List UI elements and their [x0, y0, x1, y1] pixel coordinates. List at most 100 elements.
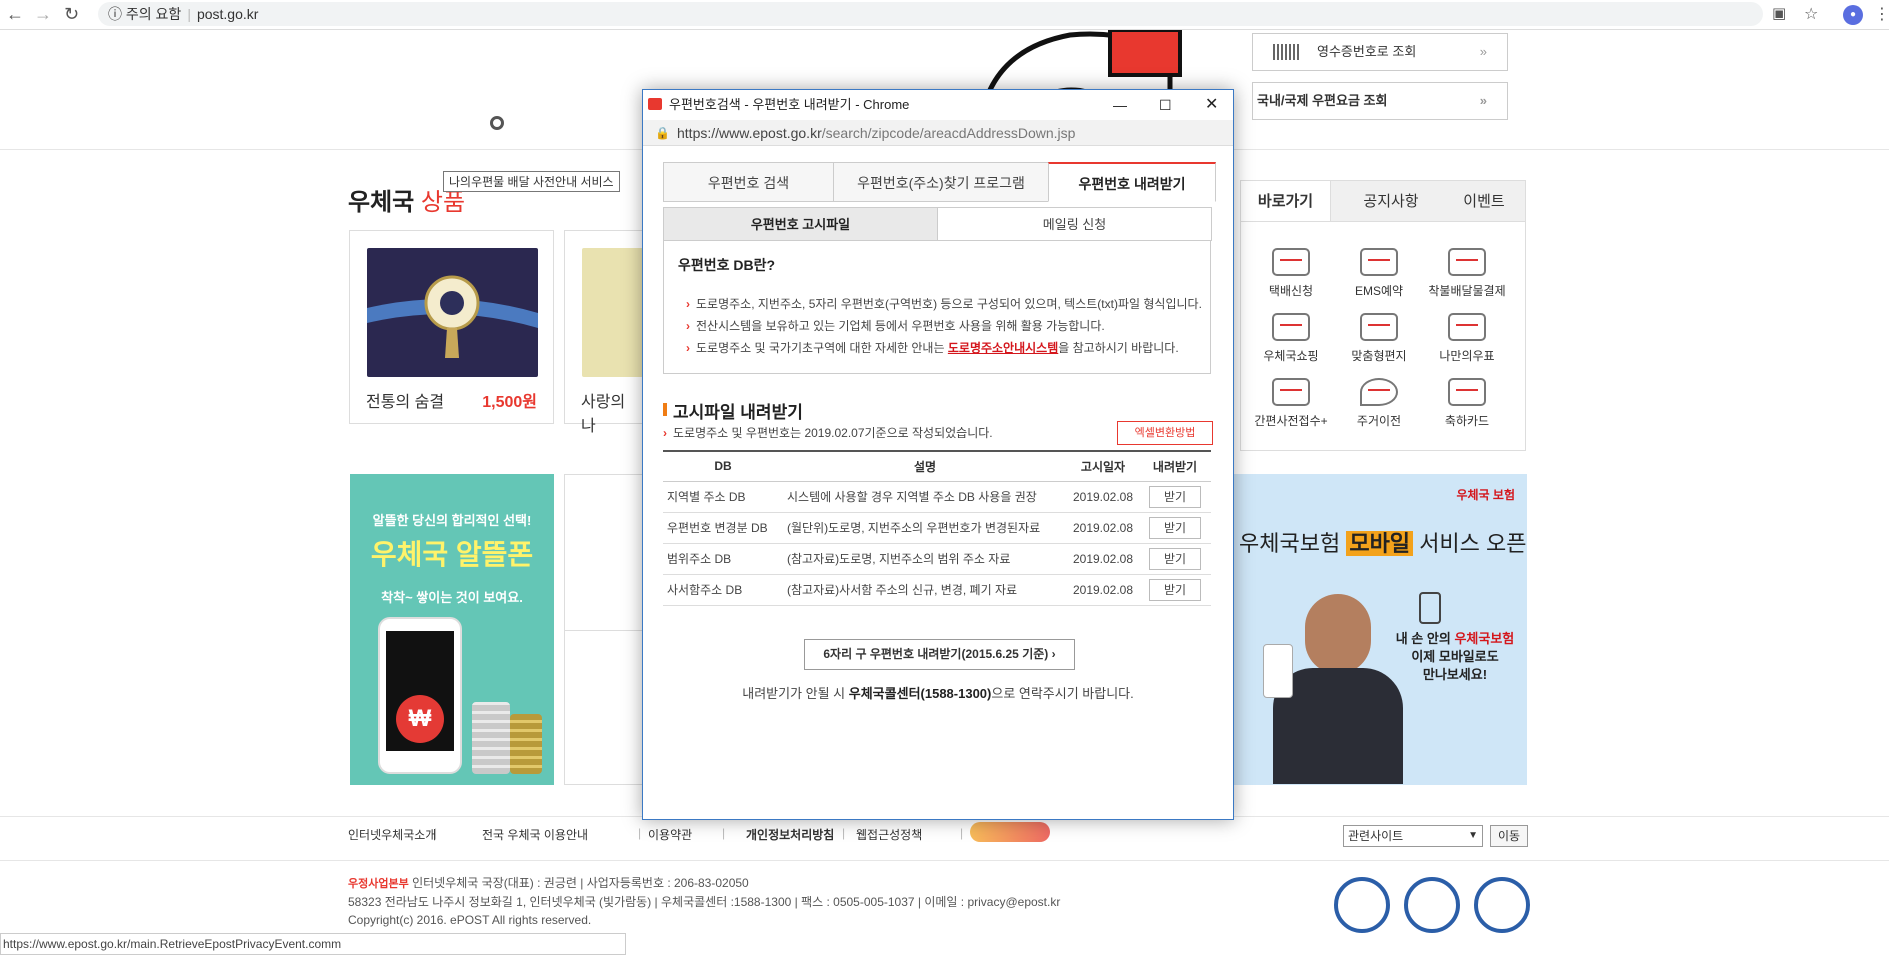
cell-db: 범위주소 DB [663, 543, 783, 575]
banner-line2: 우체국 알뜰폰 [370, 539, 534, 570]
divider [0, 860, 1889, 861]
spokesperson-photo [1263, 584, 1413, 784]
cell-date: 2019.02.08 [1067, 512, 1139, 544]
tab-zipcode-program[interactable]: 우편번호(주소)찾기 프로그램 [833, 162, 1049, 202]
footer-link[interactable]: 인터넷우체국소개 [348, 826, 436, 843]
chevron-right-icon: › [1051, 647, 1056, 661]
product-image [582, 248, 645, 377]
lock-icon: 🔒 [655, 126, 670, 140]
download-table: DB 설명 고시일자 내려받기 지역별 주소 DB 시스템에 사용할 경우 지역… [663, 450, 1211, 606]
cell-desc: (월단위)도로명, 지번주소의 우편번호가 변경된자료 [783, 512, 1067, 544]
cell-date: 2019.02.08 [1067, 543, 1139, 575]
epost-favicon-icon [648, 98, 662, 110]
tab-zipcode-search[interactable]: 우편번호 검색 [663, 162, 834, 202]
menu-icon[interactable]: ⋮ [1874, 4, 1889, 24]
cell-date: 2019.02.08 [1067, 574, 1139, 606]
download-button[interactable]: 받기 [1149, 485, 1201, 508]
address-path: /search/zipcode/areacdAddressDown.jsp [821, 125, 1076, 141]
quick-item-shopping[interactable]: 우체국쇼핑 [1247, 313, 1335, 364]
minimize-icon[interactable]: — [1113, 90, 1127, 120]
footer-link[interactable]: 이용약관 [648, 826, 692, 843]
quick-item-parcel[interactable]: 택배신청 [1247, 248, 1335, 299]
quick-label: 나만의우표 [1439, 349, 1495, 363]
product-image [367, 248, 538, 377]
go-button[interactable]: 이동 [1490, 825, 1528, 847]
table-row: 범위주소 DB (참고자료)도로명, 지번주소의 범위 주소 자료 2019.0… [663, 543, 1211, 575]
quick-menu-panel: 택배신청 EMS예약 착불배달물결제 우체국쇼핑 맞춤형편지 나만의우표 간편사… [1240, 221, 1526, 451]
db-heading: 우편번호 DB란? [678, 257, 776, 273]
quick-item-stamp[interactable]: 나만의우표 [1423, 313, 1511, 364]
subtab-notice-file[interactable]: 우편번호 고시파일 [663, 207, 938, 241]
insurance-logo[interactable] [970, 822, 1050, 842]
product-card[interactable]: 사랑의 나 [564, 230, 645, 435]
promo-card[interactable] [564, 474, 645, 785]
subtab-mailing[interactable]: 메일링 신청 [937, 207, 1212, 241]
quick-item-prereg[interactable]: 간편사전접수+ [1247, 378, 1335, 429]
old-zipcode-download-button[interactable]: 6자리 구 우편번호 내려받기(2015.6.25 기준) › [804, 639, 1075, 670]
popup-titlebar[interactable]: 우편번호검색 - 우편번호 내려받기 - Chrome — ☐ ✕ [643, 90, 1233, 120]
old-button-label: 6자리 구 우편번호 내려받기(2015.6.25 기준) [823, 647, 1049, 661]
forward-icon[interactable]: → [34, 4, 52, 25]
product-card[interactable]: 전통의 숨결 1,500원 [349, 230, 554, 424]
road-address-link[interactable]: 도로명주소안내시스템 [948, 341, 1058, 355]
footer-link[interactable]: 전국 우체국 이용안내 [482, 826, 588, 843]
postage-lookup-button[interactable]: 국내/국제 우편요금 조회 » [1252, 82, 1508, 120]
truck-icon [1272, 248, 1310, 276]
stamp-icon [1448, 313, 1486, 341]
quick-item-move[interactable]: 주거이전 [1335, 378, 1423, 429]
maximize-icon[interactable]: ☐ [1159, 90, 1172, 120]
quick-item-card[interactable]: 축하카드 [1423, 378, 1511, 429]
reload-icon[interactable]: ↻ [64, 4, 79, 25]
coin-stack [510, 714, 542, 774]
quick-item-letter[interactable]: 맞춤형편지 [1335, 313, 1423, 364]
product-name: 사랑의 나 [581, 394, 626, 435]
download-button[interactable]: 받기 [1149, 516, 1201, 539]
quick-label: 간편사전접수+ [1254, 414, 1328, 428]
db-bullet: 전산시스템을 보유하고 있는 기업체 등에서 우편번호 사용을 위해 활용 가능… [686, 317, 1105, 334]
quick-item-ems[interactable]: EMS예약 [1335, 248, 1423, 299]
product-price: 1,500원 [482, 394, 537, 411]
insurance-banner[interactable]: 우체국 보험 우체국보험 모바일 서비스 오픈 내 손 안의 우체국보험 이제 … [1233, 474, 1527, 785]
coin-stack [472, 702, 510, 774]
address-bar[interactable]: ⓘ 주의 요함 | post.go.kr [98, 2, 1763, 26]
related-sites-select[interactable]: 관련사이트 ▼ [1343, 825, 1483, 847]
util-label: 국내/국제 우편요금 조회 [1257, 93, 1388, 108]
info-icon[interactable]: ⓘ [108, 6, 122, 22]
letter-icon [1360, 313, 1398, 341]
tab-shortcuts[interactable]: 바로가기 [1241, 181, 1331, 223]
tooltip: 나의우편물 배달 사전안내 서비스 [443, 171, 620, 192]
browser-toolbar: ← → ↻ ⓘ 주의 요함 | post.go.kr ▣ ☆ ● ⋮ [0, 0, 1889, 30]
profile-avatar[interactable]: ● [1843, 5, 1863, 25]
quick-item-cod[interactable]: 착불배달물결제 [1423, 248, 1511, 299]
quick-label: EMS예약 [1354, 284, 1404, 298]
bookmark-star-icon[interactable]: ☆ [1804, 4, 1818, 24]
col-header: 설명 [783, 450, 1067, 482]
receipt-lookup-button[interactable]: 영수증번호로 조회 » [1252, 33, 1508, 71]
back-icon[interactable]: ← [6, 4, 24, 25]
status-bar: https://www.epost.go.kr/main.RetrieveEpo… [0, 933, 626, 955]
close-icon[interactable]: ✕ [1205, 90, 1218, 120]
db-info-box: 우편번호 DB란? 도로명주소, 지번주소, 5자리 우편번호(구역번호) 등으… [663, 241, 1211, 374]
tab-events[interactable]: 이벤트 [1441, 181, 1527, 223]
banner-line1: 알뜰한 당신의 합리적인 선택! [372, 513, 532, 528]
footer-link[interactable]: 개인정보처리방침 [746, 826, 834, 843]
excel-convert-button[interactable]: 엑셀변환방법 [1117, 421, 1213, 445]
download-note: 도로명주소 및 우편번호는 2019.02.07기준으로 작성되었습니다. [663, 424, 993, 441]
quick-label: 택배신청 [1268, 284, 1314, 298]
gift-icon [1272, 313, 1310, 341]
address-host: https://www.epost.go.kr [677, 125, 822, 141]
download-button[interactable]: 받기 [1149, 578, 1201, 601]
footer-info1: 인터넷우체국 국장(대표) : 권긍련 | 사업자등록번호 : 206-83-0… [412, 876, 749, 890]
tab-notices[interactable]: 공지사항 [1341, 181, 1441, 223]
download-button[interactable]: 받기 [1149, 547, 1201, 570]
util-label: 영수증번호로 조회 [1317, 44, 1417, 59]
footer-link[interactable]: 웹접근성정책 [856, 826, 922, 843]
quick-label: 우체국쇼핑 [1263, 349, 1319, 363]
mvno-banner[interactable]: 알뜰한 당신의 합리적인 선택! 우체국 알뜰폰 착착~ 쌓이는 것이 보여요.… [350, 474, 554, 785]
cast-icon[interactable]: ▣ [1772, 4, 1786, 22]
product-name: 전통의 숨결 [366, 394, 445, 411]
tab-zipcode-download[interactable]: 우편번호 내려받기 [1048, 162, 1216, 202]
popup-address-bar[interactable]: 🔒 https://www.epost.go.kr/search/zipcode… [643, 120, 1233, 146]
security-label: 주의 요함 [125, 6, 182, 22]
dropdown-arrow-icon: ▼ [1468, 830, 1478, 841]
